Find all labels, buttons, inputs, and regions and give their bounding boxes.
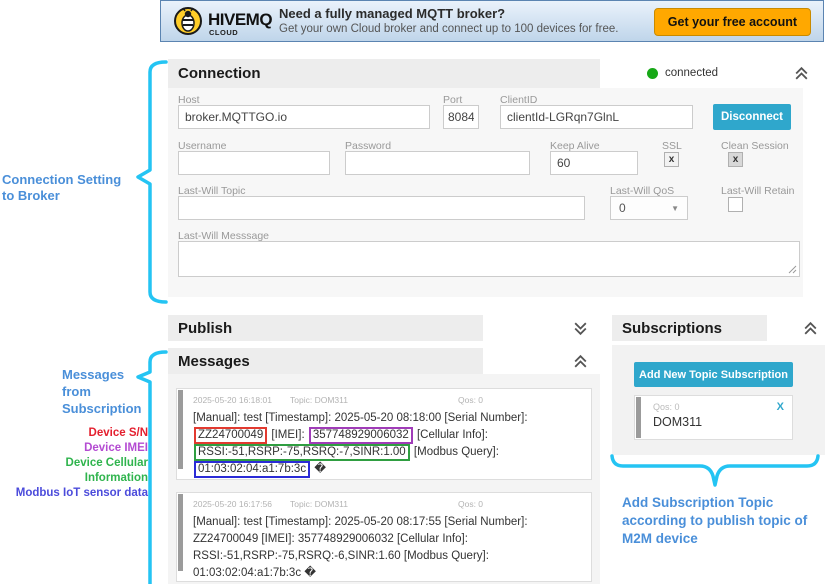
remove-subscription-button[interactable]: X (777, 401, 784, 413)
connection-form: Host Port ClientID Disconnect Username P… (168, 88, 803, 297)
message-qos: Qos: 0 (458, 395, 483, 405)
highlight-box-purple: 357748929006032 (309, 427, 413, 444)
subscriptions-brace (608, 452, 827, 492)
connection-status: connected (647, 67, 718, 79)
messages-list: 2025-05-20 16:18:01 Topic: DOM311 Qos: 0… (168, 374, 600, 584)
lastwill-retain-checkbox[interactable] (728, 197, 743, 212)
status-text: connected (665, 67, 718, 79)
select-caret-icon: ▼ (671, 204, 679, 213)
collapse-connection-chevron-up-icon[interactable] (793, 65, 810, 82)
brand-name: HIVEMQ (208, 11, 272, 28)
lastwill-qos-select[interactable]: 0 ▼ (610, 196, 688, 220)
subscriptions-header: Subscriptions (612, 315, 827, 341)
message-timestamp: 2025-05-20 16:18:01 (193, 395, 272, 405)
clientid-input[interactable] (500, 105, 693, 129)
annotation-messages-from-subscription: Messages from Subscription (62, 366, 141, 417)
annotation-device-cellular: Device Cellular Information (0, 456, 148, 486)
mqtt-client-page: HIVEMQ CLOUD Need a fully managed MQTT b… (0, 0, 827, 584)
message-qos: Qos: 0 (458, 499, 483, 509)
message-payload: [Manual]: test [Timestamp]: 2025-05-20 0… (193, 410, 583, 478)
publish-title: Publish (168, 320, 232, 337)
annotation-device-sn: Device S/N (0, 426, 148, 441)
highlight-box-red: ZZ24700049 (194, 427, 267, 444)
bee-icon (173, 6, 203, 41)
highlight-box-blue: 01:03:02:04:a1:7b:3c (194, 461, 310, 478)
annotation-device-field-labels: Device S/N Device IMEI Device Cellular I… (0, 426, 148, 501)
subscription-item: Qos: 0 X DOM311 (634, 395, 793, 440)
username-input[interactable] (178, 151, 330, 175)
lastwill-retain-label: Last-Will Retain (721, 185, 795, 197)
annotation-add-subscription-topic: Add Subscription Topic according to publ… (622, 494, 827, 548)
subscriptions-panel: Add New Topic Subscription Qos: 0 X DOM3… (612, 345, 825, 455)
message-topic: Topic: DOM311 (290, 395, 348, 405)
message-card: 2025-05-20 16:17:56 Topic: DOM311 Qos: 0… (176, 492, 592, 582)
payload-text: [IMEI]: (268, 429, 308, 441)
status-dot-icon (647, 68, 658, 79)
get-free-account-button[interactable]: Get your free account (654, 8, 811, 36)
password-input[interactable] (345, 151, 530, 175)
hivemq-ad-banner: HIVEMQ CLOUD Need a fully managed MQTT b… (160, 0, 824, 42)
subscription-qos: Qos: 0 (653, 402, 680, 412)
annotation-modbus-data: Modbus IoT sensor data (0, 486, 148, 501)
expand-publish-chevron-down-icon[interactable] (572, 320, 589, 337)
port-input[interactable] (443, 105, 479, 129)
connection-title: Connection (168, 65, 261, 82)
banner-subheadline: Get your own Cloud broker and connect up… (279, 23, 618, 35)
hivemq-logo: HIVEMQ CLOUD (173, 6, 272, 41)
message-card: 2025-05-20 16:18:01 Topic: DOM311 Qos: 0… (176, 388, 592, 480)
ssl-label: SSL (662, 140, 682, 152)
collapse-messages-chevron-up-icon[interactable] (572, 353, 589, 370)
annotation-device-imei: Device IMEI (0, 441, 148, 456)
host-input[interactable] (178, 105, 430, 129)
payload-text: [Manual]: test [Timestamp]: 2025-05-20 0… (193, 412, 528, 424)
lastwill-topic-input[interactable] (178, 196, 585, 220)
resize-grip-icon[interactable] (787, 264, 797, 274)
clean-session-checkbox[interactable]: x (728, 152, 743, 167)
message-payload: [Manual]: test [Timestamp]: 2025-05-20 0… (193, 514, 583, 582)
payload-text: [Modbus Query]: (411, 446, 499, 458)
lastwill-qos-value: 0 (619, 201, 626, 215)
add-new-topic-subscription-button[interactable]: Add New Topic Subscription (634, 362, 793, 387)
subscription-topic: DOM311 (653, 415, 702, 429)
brand-sub: CLOUD (209, 29, 272, 37)
annotation-connection-setting: Connection Setting to Broker (2, 172, 152, 204)
payload-text: [Cellular Info]: (414, 429, 488, 441)
connection-header: Connection connected (168, 59, 827, 88)
ssl-checkbox[interactable]: x (664, 152, 679, 167)
clean-session-label: Clean Session (721, 140, 789, 152)
message-topic: Topic: DOM311 (290, 499, 348, 509)
disconnect-button[interactable]: Disconnect (713, 104, 791, 130)
messages-title: Messages (168, 353, 250, 370)
lastwill-message-textarea[interactable] (178, 241, 800, 277)
message-timestamp: 2025-05-20 16:17:56 (193, 499, 272, 509)
banner-headline: Need a fully managed MQTT broker? (279, 6, 618, 21)
payload-text: � (311, 463, 326, 475)
keepalive-input[interactable] (550, 151, 638, 175)
collapse-subscriptions-chevron-up-icon[interactable] (802, 320, 819, 337)
highlight-box-green: RSSI:-51,RSRP:-75,RSRQ:-7,SINR:1.00 (194, 444, 410, 461)
payload-text: [Manual]: test [Timestamp]: 2025-05-20 0… (193, 516, 528, 579)
subscriptions-title: Subscriptions (612, 320, 722, 337)
